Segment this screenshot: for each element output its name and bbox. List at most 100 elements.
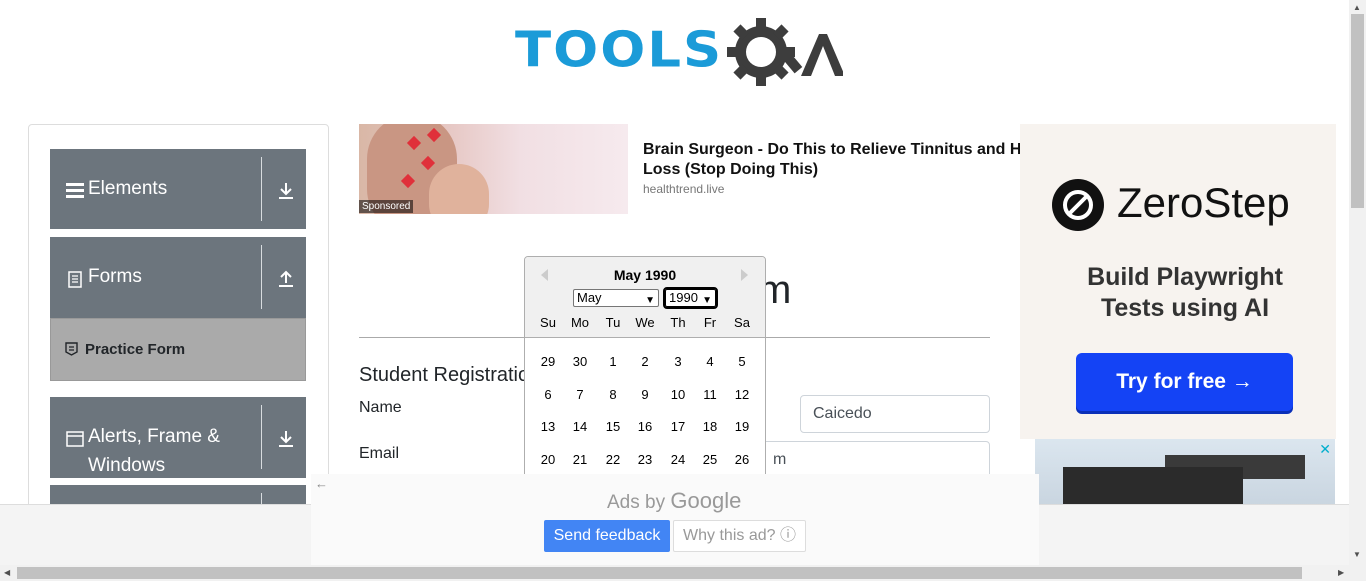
calendar-day[interactable]: 20 bbox=[532, 452, 564, 467]
calendar-day[interactable]: 23 bbox=[629, 452, 661, 467]
calendar-day[interactable]: 14 bbox=[564, 419, 596, 434]
calendar-day[interactable]: 22 bbox=[597, 452, 629, 467]
calendar-day[interactable]: 6 bbox=[532, 387, 564, 402]
download-arrow-icon[interactable] bbox=[276, 429, 296, 449]
sidebar-group-label: Elements bbox=[88, 178, 168, 199]
vertical-scroll-thumb[interactable] bbox=[1351, 14, 1364, 208]
calendar-day[interactable]: 21 bbox=[564, 452, 596, 467]
weekday-label: Fr bbox=[703, 315, 717, 330]
month-select-value: May bbox=[577, 290, 602, 305]
sidebar-group-label: Forms bbox=[88, 266, 142, 287]
calendar-day[interactable]: 19 bbox=[726, 419, 758, 434]
datepicker-popup: May 1990 May ▼ 1990 ▼ Su Mo Tu We Th Fr … bbox=[524, 256, 766, 496]
calendar-day[interactable]: 29 bbox=[532, 354, 564, 369]
ad-feedback-panel: ← Ads by Google Send feedback Why this a… bbox=[311, 474, 1039, 565]
calendar-day[interactable]: 26 bbox=[726, 452, 758, 467]
email-label: Email bbox=[359, 445, 400, 462]
weekday-label: Su bbox=[540, 315, 556, 330]
right-ad-house[interactable]: ✕ bbox=[1035, 439, 1335, 505]
datepicker-header: May 1990 May ▼ 1990 ▼ Su Mo Tu We Th Fr … bbox=[525, 257, 765, 338]
separator bbox=[261, 157, 262, 221]
weekday-label: Mo bbox=[570, 315, 590, 330]
sidebar-group-alerts[interactable]: Alerts, Frame & Windows bbox=[50, 397, 306, 478]
ad-tagline-line2: Tests using AI bbox=[1100, 294, 1270, 322]
calendar-day[interactable]: 10 bbox=[662, 387, 694, 402]
calendar-day[interactable]: 24 bbox=[662, 452, 694, 467]
try-for-free-button[interactable]: Try for free → bbox=[1076, 353, 1293, 411]
gear-magnifier-icon bbox=[727, 18, 843, 86]
weekday-label: Tu bbox=[605, 315, 621, 330]
calendar-day[interactable]: 8 bbox=[597, 387, 629, 402]
back-arrow-icon[interactable]: ← bbox=[315, 476, 328, 491]
ad-domain: healthtrend.live bbox=[643, 182, 725, 196]
calendar-day[interactable]: 3 bbox=[662, 354, 694, 369]
horizontal-scrollbar[interactable]: ◀ ▶ bbox=[0, 565, 1366, 581]
calendar-day[interactable]: 15 bbox=[597, 419, 629, 434]
sidebar-item-practice-form[interactable]: Practice Form bbox=[50, 318, 306, 381]
calendar-day[interactable]: 25 bbox=[694, 452, 726, 467]
why-this-ad-button[interactable]: Why this ad? ⓘ bbox=[673, 520, 806, 552]
toolsqa-logo[interactable]: TOOLS bbox=[515, 16, 843, 92]
ad-headline[interactable]: Brain Surgeon - Do This to Relieve Tinni… bbox=[643, 140, 1023, 180]
month-select[interactable]: May ▼ bbox=[573, 289, 659, 307]
right-ad-zerostep[interactable]: ZeroStep Build Playwright Tests using AI… bbox=[1020, 124, 1336, 439]
calendar-day[interactable]: 12 bbox=[726, 387, 758, 402]
sidebar-group-label: Alerts, Frame & bbox=[88, 426, 220, 447]
ads-by-label: Ads by bbox=[607, 492, 666, 513]
chevron-down-icon: ▼ bbox=[702, 295, 712, 306]
last-name-input[interactable]: Caicedo bbox=[800, 395, 990, 433]
year-select[interactable]: 1990 ▼ bbox=[663, 287, 718, 309]
ad-headline-line2: Loss (Stop Doing This) bbox=[643, 161, 819, 178]
separator bbox=[261, 245, 262, 309]
weekday-label: Th bbox=[670, 315, 686, 330]
scroll-left-icon[interactable]: ◀ bbox=[4, 568, 10, 577]
sponsored-label: Sponsored bbox=[359, 200, 414, 213]
section-title: Student Registratio bbox=[359, 364, 530, 386]
logo-text: TOOLS bbox=[515, 22, 724, 79]
weekday-label: We bbox=[635, 315, 655, 330]
ad-hand bbox=[429, 164, 489, 214]
zerostep-logo-icon bbox=[1052, 179, 1104, 231]
sidebar-group-label-line2: Windows bbox=[88, 455, 166, 476]
ad-headline-line1: Brain Surgeon - Do This to Relieve Tinni… bbox=[643, 141, 1022, 158]
name-label: Name bbox=[359, 399, 402, 416]
close-ad-icon[interactable]: ✕ bbox=[1319, 441, 1331, 458]
scroll-right-icon[interactable]: ▶ bbox=[1338, 568, 1344, 577]
page: TOOLS Elements Forms Practice Form Alert… bbox=[0, 0, 1366, 581]
ads-by-google: Ads by Google bbox=[607, 488, 741, 514]
download-arrow-icon[interactable] bbox=[276, 181, 296, 201]
chevron-down-icon: ▼ bbox=[645, 295, 655, 306]
horizontal-scroll-thumb[interactable] bbox=[17, 567, 1302, 579]
calendar-day[interactable]: 5 bbox=[726, 354, 758, 369]
weekday-label: Sa bbox=[734, 315, 750, 330]
calendar-day[interactable]: 1 bbox=[597, 354, 629, 369]
calendar-day[interactable]: 11 bbox=[694, 387, 726, 402]
year-select-value: 1990 bbox=[669, 290, 698, 305]
calendar-day[interactable]: 16 bbox=[629, 419, 661, 434]
calendar-day[interactable]: 9 bbox=[629, 387, 661, 402]
ad-tagline-line1: Build Playwright bbox=[1087, 263, 1283, 291]
ad-brand-name: ZeroStep bbox=[1117, 179, 1290, 226]
ad-house-shape bbox=[1063, 467, 1243, 505]
send-feedback-button[interactable]: Send feedback bbox=[544, 520, 670, 552]
upload-arrow-icon[interactable] bbox=[276, 269, 296, 289]
form-icon bbox=[65, 342, 78, 356]
calendar-day[interactable]: 7 bbox=[564, 387, 596, 402]
calendar-day[interactable]: 17 bbox=[662, 419, 694, 434]
calendar-day[interactable]: 30 bbox=[564, 354, 596, 369]
vertical-scrollbar[interactable]: ▲ ▼ bbox=[1349, 0, 1366, 565]
calendar-day[interactable]: 18 bbox=[694, 419, 726, 434]
calendar-day[interactable]: 13 bbox=[532, 419, 564, 434]
separator bbox=[261, 405, 262, 469]
datepicker-current-month: May 1990 bbox=[613, 267, 677, 283]
sidebar-group-forms[interactable]: Forms bbox=[50, 237, 306, 318]
document-icon bbox=[68, 271, 82, 288]
scroll-up-icon[interactable]: ▲ bbox=[1353, 3, 1361, 12]
left-sidebar: Elements Forms Practice Form Alerts, Fra… bbox=[28, 124, 329, 524]
calendar-day[interactable]: 2 bbox=[629, 354, 661, 369]
calendar-day[interactable]: 4 bbox=[694, 354, 726, 369]
hamburger-icon bbox=[66, 183, 84, 198]
google-label: Google bbox=[670, 488, 742, 513]
scroll-down-icon[interactable]: ▼ bbox=[1353, 550, 1361, 559]
sidebar-group-elements[interactable]: Elements bbox=[50, 149, 306, 229]
